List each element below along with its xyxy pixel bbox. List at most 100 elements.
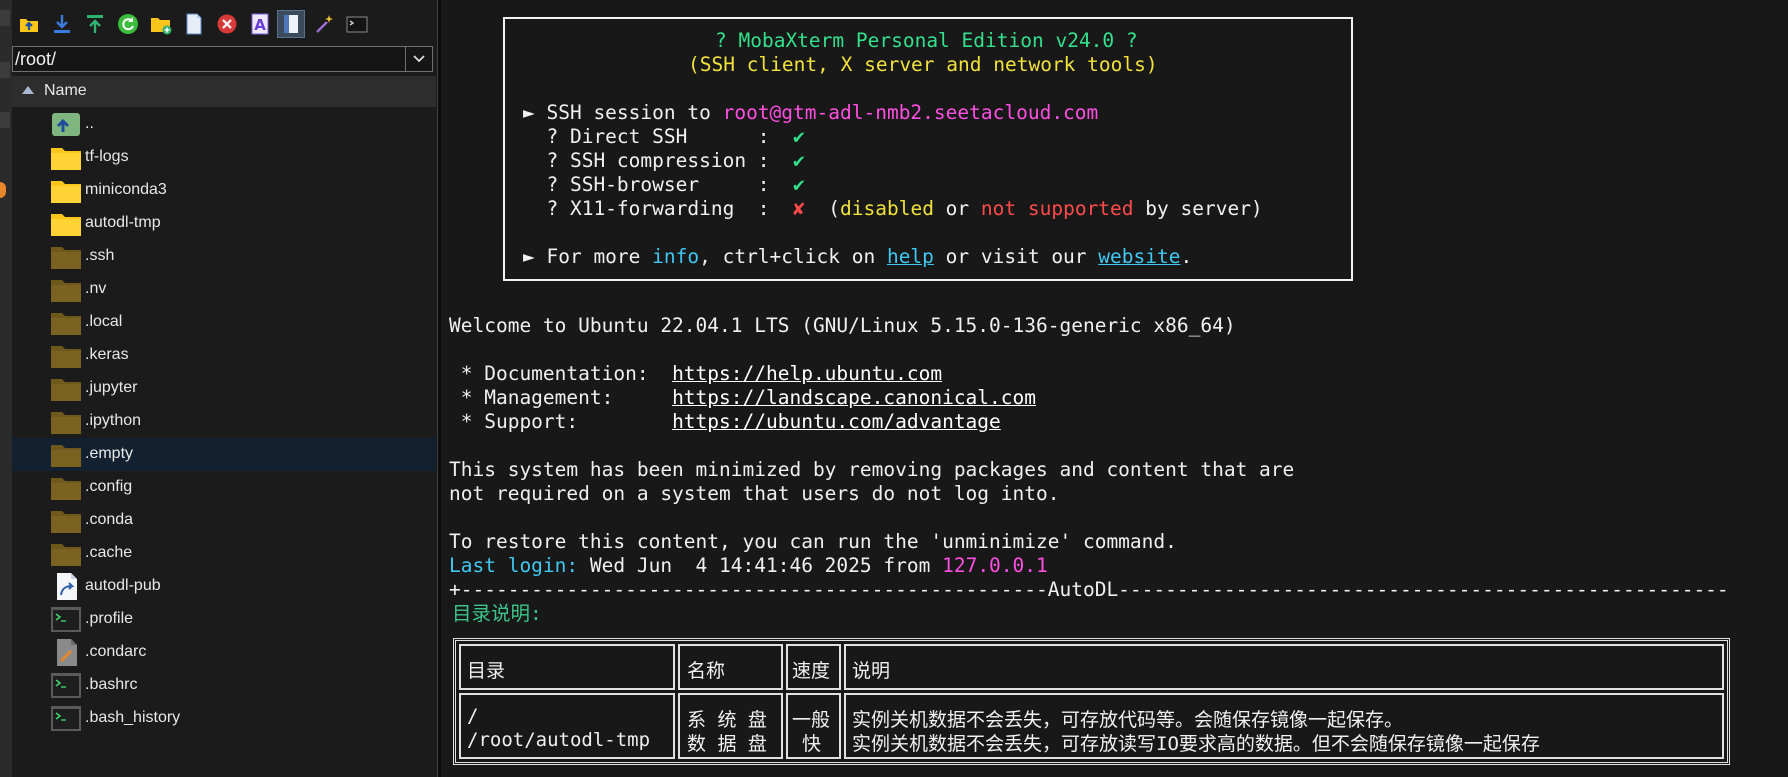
file-row[interactable]: .ipython — [12, 405, 436, 438]
collapse-tab[interactable] — [0, 10, 10, 26]
collapse-tab[interactable] — [0, 112, 10, 128]
directory-section-title: 目录说明: — [452, 602, 542, 625]
file-name: .condarc — [85, 643, 147, 660]
column-header-label: Name — [44, 82, 87, 99]
new-folder-icon — [151, 18, 172, 35]
file-name: .nv — [85, 280, 107, 297]
remote-path-bar — [12, 46, 433, 72]
file-row[interactable]: .ssh — [12, 240, 436, 273]
folder-icon — [50, 144, 82, 171]
cell-name: 数 据 盘 — [687, 733, 767, 755]
file-row[interactable]: .conda — [12, 504, 436, 537]
info-link[interactable]: info — [652, 245, 699, 268]
file-row[interactable]: autodl-pub — [12, 570, 436, 603]
minimized-line-1: This system has been minimized by removi… — [449, 458, 1295, 481]
magic-button[interactable] — [310, 10, 338, 38]
rename-button[interactable]: A — [246, 10, 274, 38]
feature-label: ? X11-forwarding : — [523, 197, 794, 220]
feature-direct-ssh: ? Direct SSH : ✔ — [523, 125, 805, 149]
file-name: .ssh — [85, 247, 115, 264]
support-link[interactable]: https://ubuntu.com/advantage — [672, 410, 1001, 433]
feature-ssh-browser: ? SSH-browser : ✔ — [523, 173, 805, 197]
support-link-line: * Support: https://ubuntu.com/advantage — [449, 410, 1001, 434]
file-row[interactable]: tf-logs — [12, 141, 436, 174]
rename-icon: A — [251, 13, 269, 35]
parent-dir-button[interactable] — [15, 10, 43, 38]
document-view-icon — [284, 15, 298, 33]
file-row[interactable]: .jupyter — [12, 372, 436, 405]
file-row[interactable]: .profile — [12, 603, 436, 636]
session-prefix: ► SSH session to — [523, 101, 723, 124]
file-row[interactable]: .config — [12, 471, 436, 504]
hidden-folder-icon — [50, 540, 82, 567]
sftp-toolbar: A — [12, 6, 437, 42]
folder-icon — [50, 177, 82, 204]
file-row[interactable]: miniconda3 — [12, 174, 436, 207]
file-row[interactable]: autodl-tmp — [12, 207, 436, 240]
refresh-icon — [118, 14, 138, 34]
hidden-folder-icon — [50, 342, 82, 369]
file-name: miniconda3 — [85, 181, 167, 198]
mgmt-link-line: * Management: https://landscape.canonica… — [449, 386, 1036, 410]
delete-button[interactable] — [213, 10, 241, 38]
cell-dir: /root/autodl-tmp — [467, 729, 651, 751]
download-button[interactable] — [48, 10, 76, 38]
view-toggle-button[interactable] — [277, 10, 305, 38]
path-dropdown-button[interactable] — [405, 47, 432, 71]
file-row[interactable]: .local — [12, 306, 436, 339]
more-info-text: , ctrl+click on — [699, 245, 887, 268]
file-row[interactable]: .. — [12, 108, 436, 141]
documentation-link[interactable]: https://help.ubuntu.com — [672, 362, 942, 385]
collapse-tab[interactable] — [0, 62, 10, 78]
more-info-text: . — [1180, 245, 1193, 268]
doc-link-line: * Documentation: https://help.ubuntu.com — [449, 362, 942, 386]
table-row: 实例关机数据不会丢失，可存放代码等。会随保存镜像一起保存。 实例关机数据不会丢失… — [844, 693, 1724, 759]
file-name: .empty — [85, 445, 134, 462]
directory-table: 目录 名称 速度 说明 / /root/autodl-tmp 系 统 盘 数 据… — [453, 638, 1730, 765]
link-label: * Support: — [449, 410, 673, 433]
minimized-line-2: not required on a system that users do n… — [449, 482, 1060, 505]
x11-note: ( — [804, 197, 841, 220]
file-name: .cache — [85, 544, 133, 561]
refresh-button[interactable] — [114, 10, 142, 38]
file-row[interactable]: .nv — [12, 273, 436, 306]
file-row[interactable]: .bash_history — [12, 702, 436, 735]
x11-note: or — [933, 197, 981, 220]
magic-wand-icon — [316, 15, 333, 33]
hidden-folder-icon — [50, 474, 82, 501]
check-icon: ✔ — [793, 125, 805, 148]
file-row[interactable]: .condarc — [12, 636, 436, 669]
sftp-browser-panel: A /root/ Name .. tf-logs miniconda3 auto… — [12, 0, 437, 777]
terminal-output[interactable]: ? MobaXterm Personal Edition v24.0 ? (SS… — [441, 0, 1788, 777]
table-header-cell: 名称 — [678, 644, 783, 690]
upload-button[interactable] — [81, 10, 109, 38]
file-row[interactable]: .keras — [12, 339, 436, 372]
file-row[interactable]: .empty — [12, 438, 436, 471]
orange-indicator-icon — [0, 182, 6, 198]
remote-path-input[interactable] — [15, 49, 395, 69]
file-name: .jupyter — [85, 379, 138, 396]
cell-dir: / — [467, 705, 479, 727]
check-icon: ✔ — [793, 173, 805, 196]
file-row[interactable]: .bashrc — [12, 669, 436, 702]
header-speed: 速度 — [792, 660, 831, 682]
new-file-button[interactable] — [180, 10, 208, 38]
file-name: .ipython — [85, 412, 142, 429]
feature-label: ? SSH compression : — [523, 149, 794, 172]
terminal-button[interactable] — [343, 10, 371, 38]
x11-note: by server) — [1133, 197, 1263, 220]
management-link[interactable]: https://landscape.canonical.com — [672, 386, 1036, 409]
file-name: .conda — [85, 511, 134, 528]
folder-icon — [50, 210, 82, 237]
header-desc: 说明 — [852, 660, 891, 682]
name-column-header[interactable]: Name — [12, 76, 436, 107]
website-link[interactable]: website — [1098, 245, 1180, 268]
help-link[interactable]: help — [887, 245, 934, 268]
text-file-icon — [50, 639, 82, 666]
check-icon: ✔ — [793, 149, 805, 172]
header-dir: 目录 — [467, 660, 506, 682]
autodl-separator: +---------------------------------------… — [449, 578, 1729, 601]
file-name: autodl-pub — [85, 577, 161, 594]
new-folder-button[interactable] — [147, 10, 175, 38]
file-row[interactable]: .cache — [12, 537, 436, 570]
